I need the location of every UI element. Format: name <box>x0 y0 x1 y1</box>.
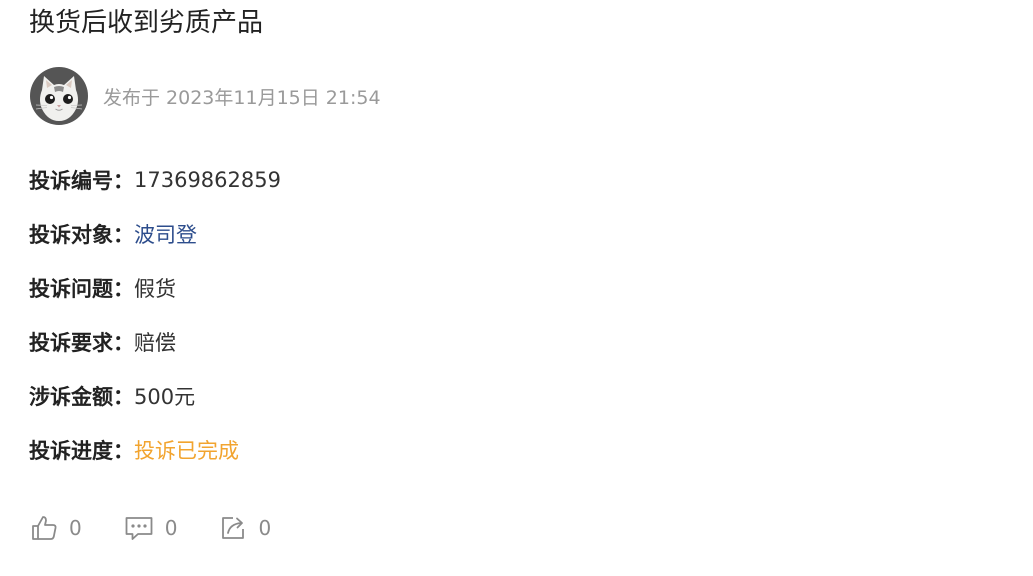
field-complaint-target: 投诉对象： 波司登 <box>29 207 281 261</box>
field-label: 投诉编号： <box>29 169 134 193</box>
comment-button[interactable]: 0 <box>124 514 178 542</box>
page-title: 换货后收到劣质产品 <box>29 8 264 38</box>
field-label: 涉诉金额： <box>29 385 134 409</box>
complaint-page: 换货后收到劣质产品 发布于 2023年11月15日 21:54 投诉编号： 17… <box>0 0 1033 576</box>
complaint-number-value: 17369862859 <box>134 168 281 192</box>
like-count: 0 <box>69 516 82 540</box>
publish-time: 发布于 2023年11月15日 21:54 <box>103 86 381 109</box>
complaint-amount-value: 500元 <box>134 385 196 409</box>
avatar[interactable] <box>30 67 88 125</box>
thumbs-up-icon <box>32 516 57 540</box>
share-button[interactable]: 0 <box>219 514 271 542</box>
cat-avatar-icon <box>30 67 88 125</box>
field-complaint-number: 投诉编号： 17369862859 <box>29 153 281 207</box>
status-badge: 投诉已完成 <box>134 439 239 463</box>
complaint-target-link[interactable]: 波司登 <box>134 219 197 249</box>
field-label: 投诉要求： <box>29 331 134 355</box>
like-button[interactable]: 0 <box>30 514 82 542</box>
comment-count: 0 <box>164 516 178 540</box>
action-bar: 0 0 0 <box>30 510 313 546</box>
field-complaint-demand: 投诉要求： 赔偿 <box>29 315 281 369</box>
share-icon <box>222 517 245 539</box>
share-count: 0 <box>258 516 272 540</box>
field-complaint-issue: 投诉问题： 假货 <box>29 261 281 315</box>
comment-icon <box>125 517 153 540</box>
field-label: 投诉进度： <box>29 439 134 463</box>
complaint-details: 投诉编号： 17369862859 投诉对象： 波司登 投诉问题： 假货 投诉要… <box>29 153 281 477</box>
complaint-issue-value: 假货 <box>134 277 176 301</box>
field-complaint-progress: 投诉进度： 投诉已完成 <box>29 423 281 477</box>
field-label: 投诉问题： <box>29 277 134 301</box>
complaint-demand-value: 赔偿 <box>134 331 176 355</box>
field-complaint-amount: 涉诉金额： 500元 <box>29 369 281 423</box>
post-meta: 发布于 2023年11月15日 21:54 <box>30 67 381 125</box>
field-label: 投诉对象： <box>29 223 134 247</box>
